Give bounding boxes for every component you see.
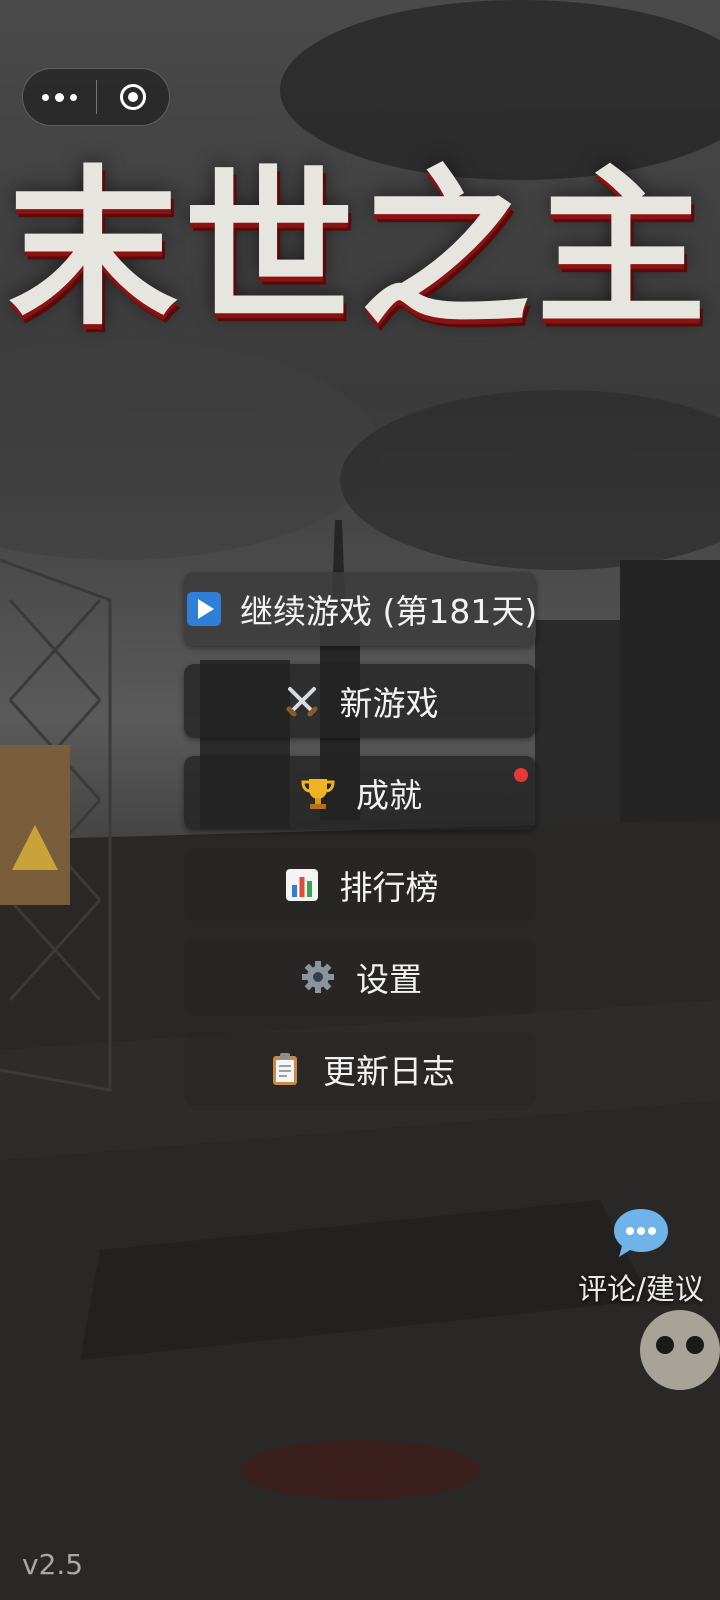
achievements-label: 成就 — [356, 776, 422, 815]
crossed-swords-icon — [282, 681, 322, 721]
leaderboard-button[interactable]: 排行榜 — [184, 848, 536, 922]
more-dots-icon[interactable] — [23, 69, 96, 125]
clipboard-icon — [265, 1049, 305, 1089]
bar-chart-icon — [282, 865, 322, 905]
game-title: 末世之主 — [7, 151, 712, 349]
comment-suggestion-label: 评论/建议 — [578, 1272, 704, 1306]
leaderboard-label: 排行榜 — [339, 868, 439, 907]
achievements-button[interactable]: 成就 — [184, 756, 536, 830]
version-label: v2.5 — [22, 1548, 84, 1581]
changelog-label: 更新日志 — [323, 1052, 455, 1091]
changelog-button[interactable]: 更新日志 — [184, 1032, 536, 1106]
play-icon — [184, 589, 224, 629]
speech-bubble-icon — [611, 1206, 671, 1260]
continue-game-label: 继续游戏 (第181天) — [240, 592, 538, 631]
gear-icon — [298, 957, 338, 997]
main-menu: 继续游戏 (第181天) 新游戏 成就 排行榜 设置 更新日志 — [184, 572, 538, 1124]
new-game-button[interactable]: 新游戏 — [184, 664, 536, 738]
settings-button[interactable]: 设置 — [184, 940, 536, 1014]
new-game-label: 新游戏 — [339, 684, 439, 723]
settings-label: 设置 — [356, 960, 422, 999]
comment-suggestion-button[interactable]: 评论/建议 — [566, 1206, 716, 1308]
target-close-icon[interactable] — [97, 69, 169, 125]
trophy-icon — [298, 773, 338, 813]
continue-game-button[interactable]: 继续游戏 (第181天) — [184, 572, 538, 646]
notification-dot — [514, 768, 528, 782]
mini-program-capsule — [22, 68, 170, 126]
